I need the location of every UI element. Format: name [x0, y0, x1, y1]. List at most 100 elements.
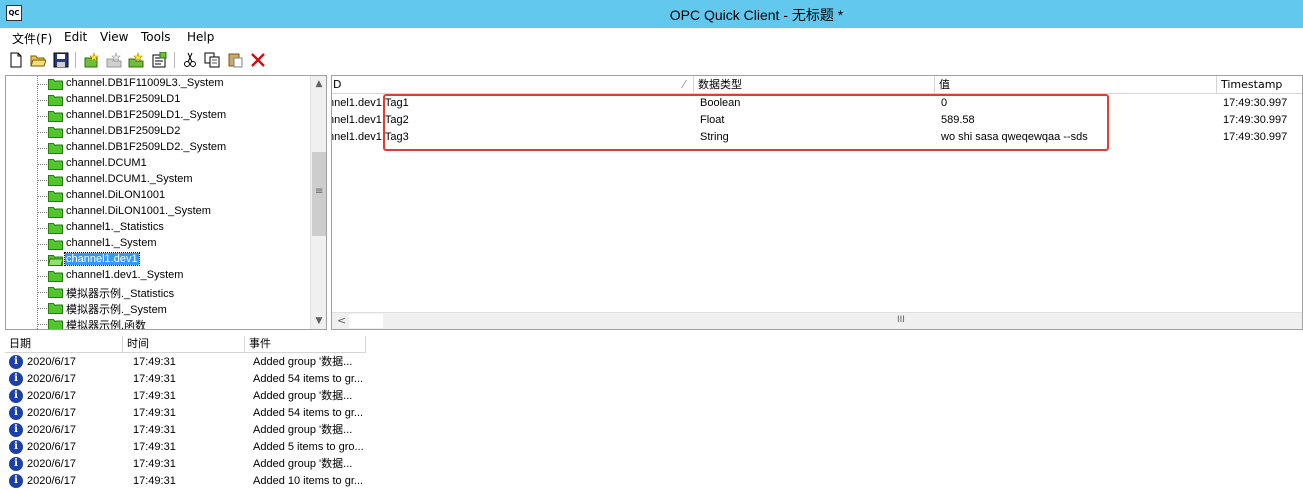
- tree-connector: [37, 84, 47, 85]
- tree-connector: [37, 100, 47, 101]
- tree-connector: [37, 132, 47, 133]
- new-server-icon[interactable]: [83, 52, 99, 68]
- tree-item[interactable]: channel.DB1F2509LD1._System: [6, 108, 311, 124]
- open-folder-icon[interactable]: [30, 52, 46, 68]
- tree-item-selected[interactable]: channel1.dev1: [6, 252, 311, 268]
- cut-icon[interactable]: [182, 52, 198, 68]
- info-icon: i: [9, 406, 23, 420]
- tree-item-label: 模拟器示例._Statistics: [66, 288, 175, 300]
- tree-item-label: channel1._System: [66, 237, 157, 249]
- log-time-cell: 17:49:31: [133, 373, 176, 385]
- scroll-grip-icon: III: [897, 315, 905, 325]
- timestamp-cell: 17:49:30.997: [1223, 131, 1288, 143]
- folder-icon: [48, 239, 63, 250]
- tree-connector: [37, 308, 47, 309]
- tree-connector: [37, 244, 47, 245]
- info-icon: i: [9, 355, 23, 369]
- log-event-cell: Added group '数据...: [253, 356, 353, 368]
- info-icon: i: [9, 372, 23, 386]
- tree-item[interactable]: 模拟器示例._Statistics: [6, 284, 311, 300]
- tree-item[interactable]: channel.DB1F2509LD2._System: [6, 140, 311, 156]
- column-header-time[interactable]: 时间: [123, 336, 245, 353]
- tree-item[interactable]: channel1._System: [6, 236, 311, 252]
- tree-connector: [37, 164, 47, 165]
- folder-icon: [48, 223, 63, 234]
- column-header-timestamp[interactable]: Timestamp: [1217, 76, 1302, 94]
- info-icon: i: [9, 423, 23, 437]
- tree-connector: [37, 276, 47, 277]
- info-icon: i: [9, 440, 23, 454]
- event-log[interactable]: 日期 时间 事件 i 2020/6/17 17:49:31 Added grou…: [5, 336, 1303, 490]
- group-tree[interactable]: channel.DB1F11009L3._System channel.DB1F…: [5, 75, 327, 330]
- column-header-value[interactable]: 值: [935, 76, 1217, 94]
- new-item-icon[interactable]: [128, 52, 144, 68]
- column-header-date[interactable]: 日期: [5, 336, 123, 353]
- log-time-cell: 17:49:31: [133, 458, 176, 470]
- list-horizontal-scrollbar[interactable]: < III: [332, 312, 1302, 329]
- folder-icon: [48, 175, 63, 186]
- items-list[interactable]: D ⁄ 数据类型 值 Timestamp nnel1.dev1.Tag1 Boo…: [331, 75, 1303, 330]
- tree-connector: [37, 324, 47, 325]
- column-header-item-id[interactable]: D ⁄: [332, 76, 694, 94]
- tree-connector: [37, 116, 47, 117]
- tree-item-label: channel.DB1F2509LD1: [66, 93, 181, 105]
- tree-item[interactable]: channel.DB1F2509LD1: [6, 92, 311, 108]
- tree-item[interactable]: channel.DCUM1._System: [6, 172, 311, 188]
- column-header-event[interactable]: 事件: [245, 336, 366, 353]
- menu-view[interactable]: View: [100, 30, 128, 44]
- scroll-left-icon[interactable]: <: [337, 314, 346, 327]
- tree-connector: [37, 260, 47, 261]
- log-time-cell: 17:49:31: [133, 475, 176, 487]
- copy-icon[interactable]: [204, 52, 220, 68]
- scroll-thumb[interactable]: [349, 314, 383, 328]
- column-header-label: D: [333, 78, 342, 91]
- tree-item[interactable]: 模拟器示例._System: [6, 300, 311, 316]
- tree-item-label: channel1._Statistics: [66, 221, 164, 233]
- tree-connector: [37, 212, 47, 213]
- scroll-down-icon[interactable]: ▼: [311, 313, 326, 329]
- folder-icon: [48, 287, 63, 298]
- scroll-up-icon[interactable]: ▲: [311, 76, 326, 92]
- log-date-cell: 2020/6/17: [27, 356, 76, 368]
- tree-item[interactable]: channel.DCUM1: [6, 156, 311, 172]
- menu-file[interactable]: 文件(F): [12, 30, 52, 47]
- log-event-cell: Added group '数据...: [253, 458, 353, 470]
- column-header-data-type[interactable]: 数据类型: [694, 76, 935, 94]
- folder-icon: [48, 191, 63, 202]
- folder-icon: [48, 111, 63, 122]
- info-icon: i: [9, 474, 23, 488]
- tree-item-label: channel.DCUM1: [66, 157, 147, 169]
- tree-item[interactable]: channel.DiLON1001._System: [6, 204, 311, 220]
- tree-item[interactable]: channel.DiLON1001: [6, 188, 311, 204]
- tree-item[interactable]: channel1.dev1._System: [6, 268, 311, 284]
- tree-item[interactable]: channel.DB1F2509LD2: [6, 124, 311, 140]
- save-icon[interactable]: [53, 52, 69, 68]
- log-date-cell: 2020/6/17: [27, 458, 76, 470]
- tree-item-label: channel.DB1F2509LD1._System: [66, 109, 227, 121]
- folder-icon: [48, 207, 63, 218]
- paste-icon[interactable]: [227, 52, 243, 68]
- log-time-cell: 17:49:31: [133, 356, 176, 368]
- tree-item-label: channel.DCUM1._System: [66, 173, 193, 185]
- log-date-cell: 2020/6/17: [27, 475, 76, 487]
- log-date-cell: 2020/6/17: [27, 424, 76, 436]
- tree-item[interactable]: channel.DB1F11009L3._System: [6, 76, 311, 92]
- toolbar-separator: [75, 52, 76, 68]
- folder-icon: [48, 79, 63, 90]
- info-icon: i: [9, 389, 23, 403]
- tree-item[interactable]: 模拟器示例.函数: [6, 316, 311, 329]
- menu-edit[interactable]: Edit: [64, 30, 87, 44]
- properties-icon[interactable]: [151, 52, 167, 68]
- sort-arrow-icon: ⁄: [683, 78, 685, 91]
- delete-icon[interactable]: [250, 52, 266, 68]
- menu-help[interactable]: Help: [187, 30, 214, 44]
- tree-vertical-scrollbar[interactable]: ▲ ≡ ▼: [310, 76, 326, 329]
- new-group-icon[interactable]: [106, 52, 122, 68]
- tree-item[interactable]: channel1._Statistics: [6, 220, 311, 236]
- tree-item-label: channel1.dev1: [64, 252, 140, 266]
- scroll-thumb[interactable]: ≡: [312, 152, 326, 236]
- tree-connector: [37, 180, 47, 181]
- new-file-icon[interactable]: [8, 52, 24, 68]
- log-time-cell: 17:49:31: [133, 407, 176, 419]
- menu-tools[interactable]: Tools: [141, 30, 171, 44]
